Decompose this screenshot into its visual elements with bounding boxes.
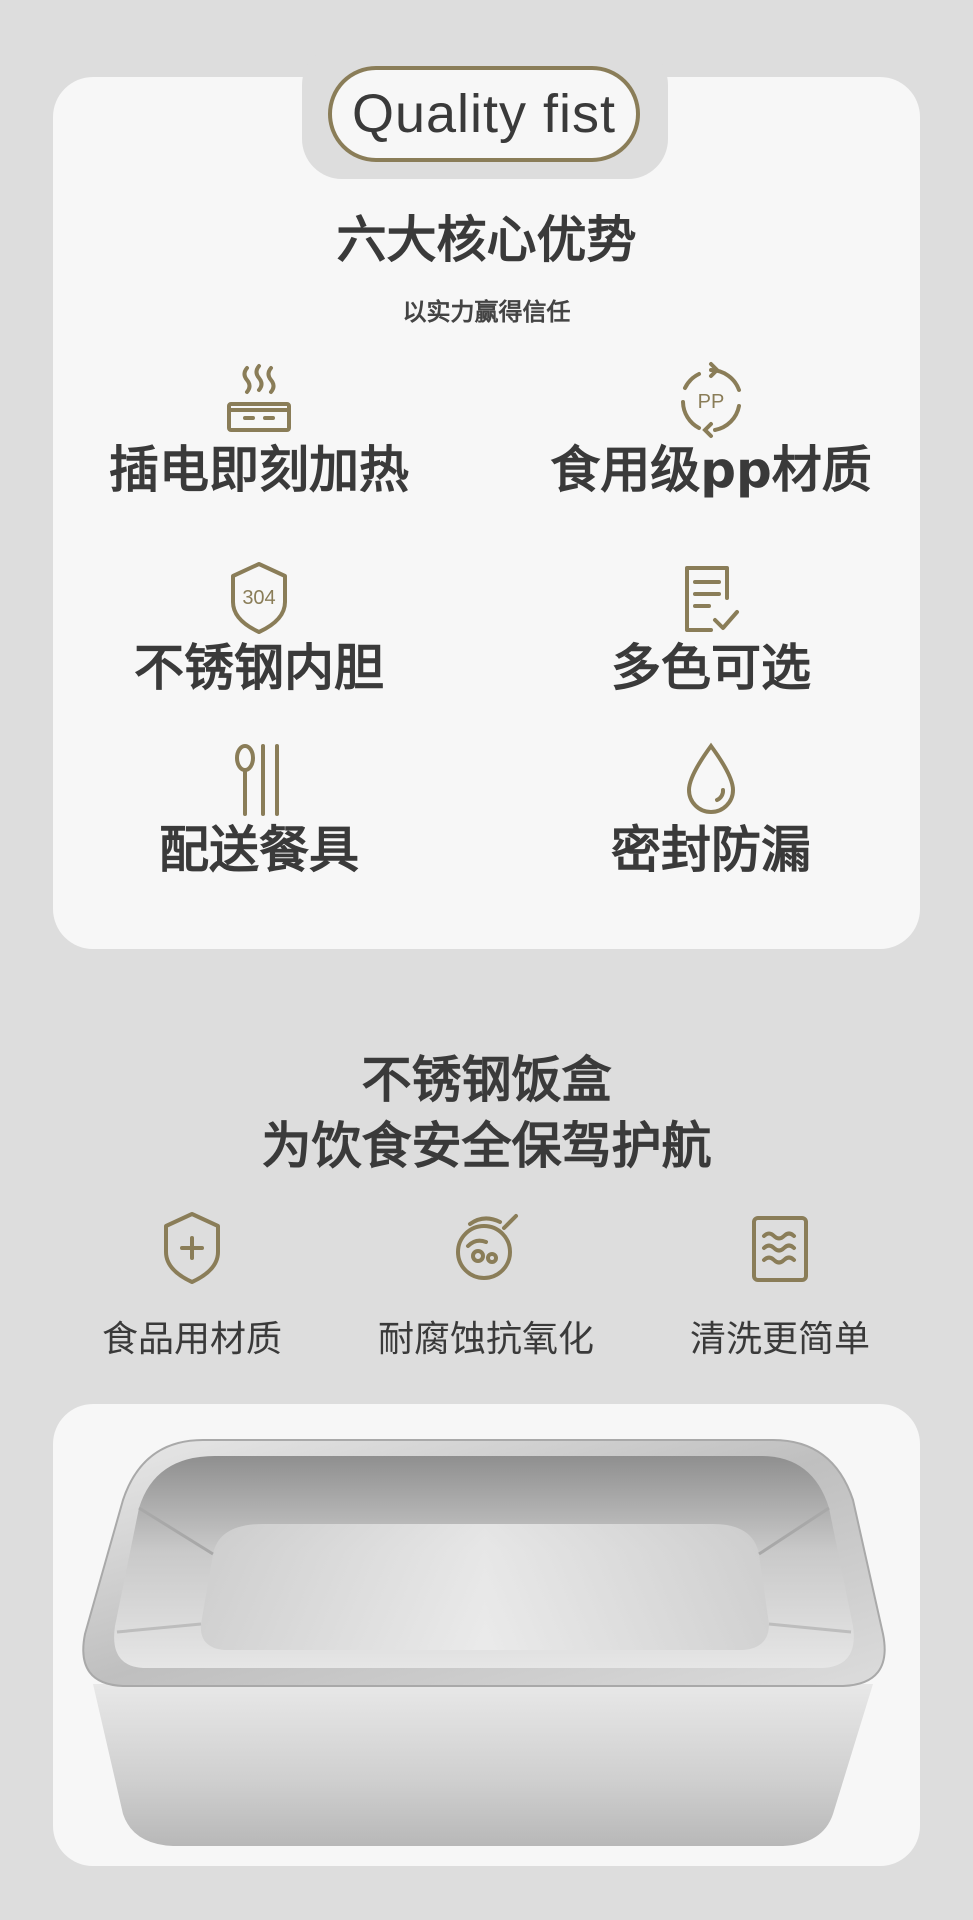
product-card [53, 1404, 920, 1866]
benefit-label: 耐腐蚀抗氧化 [377, 1319, 594, 1360]
section-title: 六大核心优势 [336, 211, 637, 269]
heater-icon [227, 364, 291, 432]
feature-label: 插电即刻加热 [109, 441, 409, 499]
feature-label: 食用级pp材质 [550, 441, 872, 499]
svg-text:304: 304 [242, 587, 275, 609]
feature-label: 不锈钢内胆 [134, 639, 384, 697]
pp-recycle-icon: PP [681, 362, 741, 438]
benefit-label: 食品用材质 [101, 1319, 282, 1360]
feature-item: 多色可选 [496, 558, 926, 698]
svg-text:PP: PP [698, 391, 725, 413]
benefit-label: 清洗更简单 [689, 1319, 870, 1360]
section2-title-line1: 不锈钢饭盒 [361, 1051, 612, 1109]
benefit-item: 食品用材质 [42, 1208, 342, 1362]
feature-item: PP 食用级pp材质 [496, 360, 926, 500]
section-subtitle: 以实力赢得信任 [402, 298, 571, 326]
feature-item: 密封防漏 [496, 740, 926, 880]
document-check-icon [685, 566, 739, 632]
section2-title-line2: 为饮食安全保驾护航 [261, 1117, 712, 1175]
utensils-icon [235, 744, 279, 816]
feature-label: 多色可选 [611, 639, 811, 697]
feature-label: 密封防漏 [611, 821, 811, 879]
feature-item: 插电即刻加热 [44, 360, 474, 500]
corrosion-icon [456, 1214, 518, 1280]
benefit-item: 清洗更简单 [630, 1208, 930, 1362]
wash-icon [752, 1216, 808, 1282]
shield-plus-icon [164, 1212, 220, 1284]
water-drop-icon [686, 742, 736, 814]
quality-badge: Quality fist [328, 66, 640, 162]
stainless-tray-image [82, 1439, 886, 1846]
benefit-item: 耐腐蚀抗氧化 [336, 1208, 636, 1362]
feature-label: 配送餐具 [159, 821, 359, 879]
badge-text: Quality fist [351, 84, 617, 144]
feature-item: 配送餐具 [44, 740, 474, 880]
feature-item: 304 不锈钢内胆 [44, 558, 474, 698]
shield-304-icon: 304 [231, 562, 287, 634]
